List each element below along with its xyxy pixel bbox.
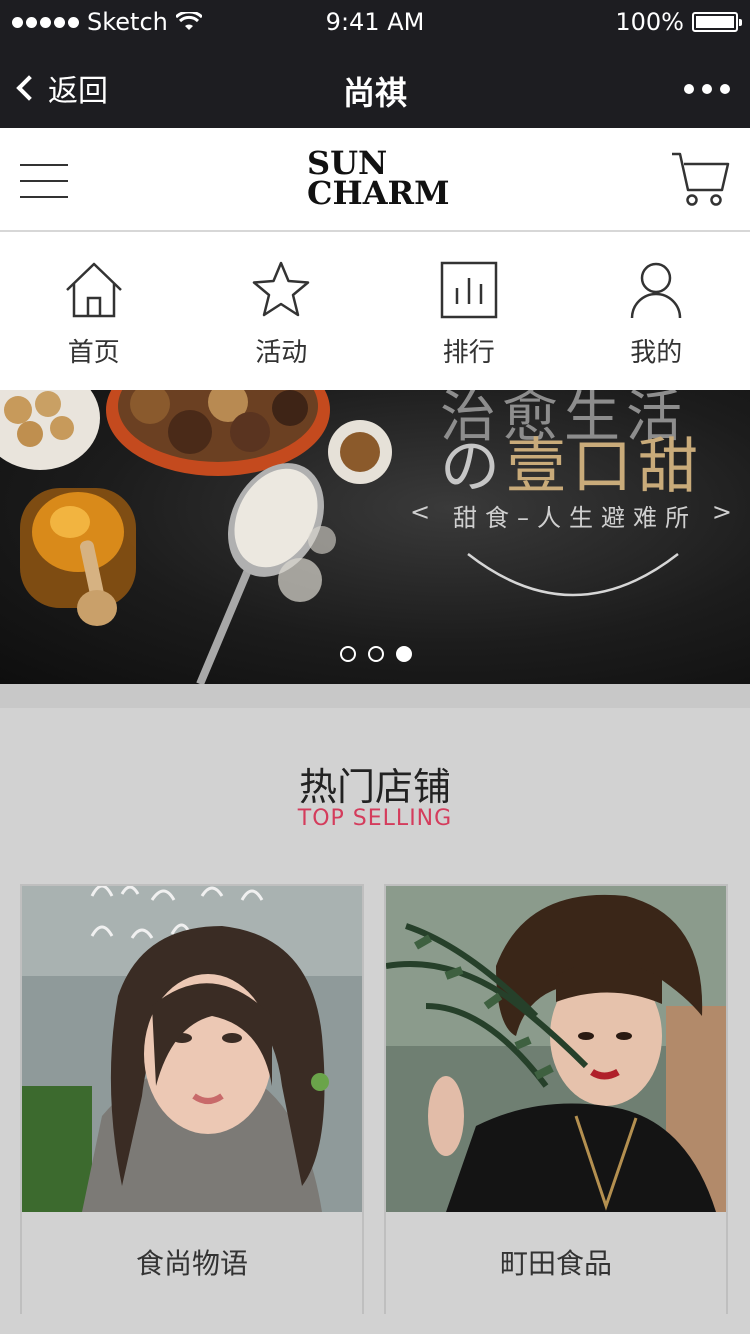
- banner-next-arrow[interactable]: >: [712, 498, 740, 533]
- shop-card[interactable]: 食尚物语: [20, 884, 364, 1316]
- star-icon: [253, 261, 310, 317]
- nav-item-activity[interactable]: 活动: [188, 232, 376, 390]
- battery-icon: [692, 12, 742, 32]
- nav-item-label: 排行: [442, 338, 495, 368]
- user-icon: [631, 262, 682, 319]
- hot-shops-section: 热门店铺 TOP SELLING 食尚物语 町田食品: [0, 708, 750, 1334]
- banner-prev-arrow[interactable]: <: [410, 498, 438, 533]
- shop-name: 町田食品: [386, 1212, 726, 1316]
- shop-photo: [386, 886, 726, 1212]
- pager-dot[interactable]: [368, 646, 384, 662]
- section-subtitle: TOP SELLING: [297, 806, 453, 831]
- shop-name: 食尚物语: [22, 1212, 362, 1316]
- pager-dot[interactable]: [340, 646, 356, 662]
- nav-item-ranking[interactable]: 排行: [375, 232, 563, 390]
- banner-smile-curve: [467, 553, 679, 597]
- quick-nav: 首页 活动 排行 我的: [0, 232, 750, 390]
- battery-info: 100%: [615, 8, 742, 36]
- banner-headline: の壹口甜: [440, 418, 704, 505]
- nav-item-home[interactable]: 首页: [0, 232, 188, 390]
- logo-line-2: CHARM: [307, 174, 450, 212]
- section-title: 热门店铺: [298, 765, 451, 809]
- banner-subtitle: 甜食–人生避难所: [453, 504, 697, 532]
- banner-headline-prefix: の: [440, 432, 506, 502]
- shop-photo: [22, 886, 362, 1212]
- banner-headline-highlight: 壹口甜: [506, 432, 704, 502]
- chart-icon: [440, 261, 497, 319]
- nav-item-label: 首页: [67, 338, 120, 368]
- nav-item-label: 我的: [630, 338, 683, 368]
- battery-label: 100%: [615, 8, 684, 36]
- shop-card[interactable]: 町田食品: [384, 884, 728, 1316]
- more-button[interactable]: [684, 84, 730, 94]
- cart-icon[interactable]: [670, 150, 730, 210]
- home-icon: [65, 262, 122, 318]
- store-header: SUN CHARM: [0, 128, 750, 232]
- nav-bar: 返回 尚祺: [0, 44, 750, 128]
- brand-logo: SUN CHARM: [0, 147, 750, 212]
- carousel-pager[interactable]: [340, 646, 412, 662]
- nav-item-label: 活动: [255, 338, 308, 368]
- nav-item-mine[interactable]: 我的: [563, 232, 750, 390]
- banner-photo: [0, 390, 392, 684]
- page-title: 尚祺: [342, 74, 407, 112]
- promo-banner[interactable]: 治愈生活 の壹口甜 < 甜食–人生避难所 >: [0, 390, 750, 684]
- section-divider: [0, 684, 750, 708]
- status-bar: Sketch 9:41 AM 100%: [0, 0, 750, 44]
- pager-dot-active[interactable]: [396, 646, 412, 662]
- banner-subtitle-row: < 甜食–人生避难所 >: [400, 498, 750, 533]
